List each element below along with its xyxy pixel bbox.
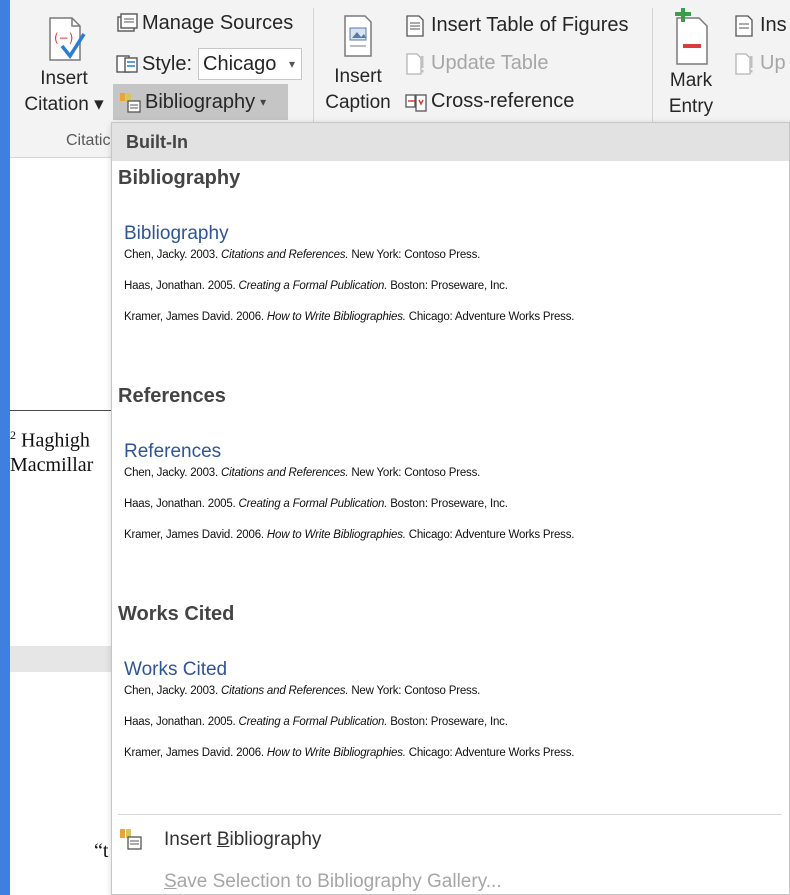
insert-citation-label-2: Citation ▾	[24, 94, 104, 115]
menu-separator	[118, 814, 782, 815]
gallery-item-heading: Works Cited	[124, 659, 228, 680]
bibliography-entry: Chen, Jacky. 2003. Citations and Referen…	[124, 249, 481, 261]
chevron-down-icon: ▾	[260, 95, 267, 109]
mark-entry-label-2: Entry	[668, 96, 714, 117]
insert-citation-button[interactable]: (−) Insert Citation ▾	[18, 16, 110, 118]
cross-reference-icon	[405, 91, 427, 113]
update-index-button[interactable]: Up	[734, 52, 786, 75]
footnote-text-1: 2 Haghigh	[10, 428, 90, 453]
bibliography-icon	[118, 828, 148, 852]
insert-table-of-figures-label: Insert Table of Figures	[431, 14, 629, 36]
citations-group-label: Citatic	[66, 132, 111, 149]
style-select-value: Chicago	[203, 53, 277, 75]
bibliography-icon	[119, 91, 141, 113]
cross-reference-label: Cross-reference	[431, 90, 575, 112]
manage-sources-label: Manage Sources	[142, 12, 294, 34]
bibliography-gallery: Built-In Bibliography Bibliography Chen,…	[111, 122, 790, 895]
cross-reference-button[interactable]: Cross-reference	[405, 90, 574, 113]
section-title-references: References	[118, 385, 226, 407]
insert-bibliography-label: Insert Bibliography	[164, 829, 322, 850]
update-index-icon	[734, 52, 754, 75]
bibliography-entry: Kramer, James David. 2006. How to Write …	[124, 529, 575, 541]
section-title-works-cited: Works Cited	[118, 603, 235, 625]
insert-citation-icon: (−)	[42, 16, 86, 62]
bibliography-label: Bibliography	[145, 90, 256, 113]
manage-sources-button[interactable]: Manage Sources	[116, 12, 293, 35]
insert-index-label: Ins	[760, 14, 787, 36]
insert-citation-label-1: Insert	[40, 68, 88, 89]
gallery-item-works-cited[interactable]: Works Cited Chen, Jacky. 2003. Citations…	[124, 658, 764, 777]
gallery-item-bibliography[interactable]: Bibliography Chen, Jacky. 2003. Citation…	[124, 222, 764, 341]
insert-index-icon	[734, 14, 754, 37]
style-icon	[116, 53, 138, 75]
bibliography-button[interactable]: Bibliography ▾	[113, 84, 288, 120]
style-select[interactable]: Chicago ▾	[198, 48, 303, 80]
footnote-number: 2	[10, 428, 16, 442]
gallery-header-built-in: Built-In	[112, 123, 789, 161]
insert-caption-icon	[341, 12, 375, 58]
footnote-separator	[10, 410, 120, 411]
table-of-figures-icon	[405, 14, 425, 37]
section-title-bibliography: Bibliography	[118, 167, 241, 189]
bibliography-entry: Kramer, James David. 2006. How to Write …	[124, 311, 575, 323]
update-table-label: Update Table	[431, 52, 549, 74]
gallery-item-heading: Bibliography	[124, 223, 229, 244]
gallery-item-references[interactable]: References Chen, Jacky. 2003. Citations …	[124, 440, 764, 559]
chevron-down-icon: ▾	[289, 57, 296, 71]
manage-sources-icon	[116, 12, 138, 35]
update-index-label: Up	[760, 52, 786, 74]
insert-bibliography-menu-item[interactable]: Insert Bibliography	[118, 821, 778, 859]
mark-entry-label-1: Mark	[669, 70, 713, 91]
body-text-fragment: “t	[94, 840, 109, 862]
insert-caption-label-1: Insert	[334, 66, 382, 87]
bibliography-entry: Kramer, James David. 2006. How to Write …	[124, 747, 575, 759]
footnote-line-2: Macmillar	[10, 454, 94, 476]
svg-text:(−): (−)	[54, 31, 73, 45]
bibliography-entry: Haas, Jonathan. 2005. Creating a Formal …	[124, 716, 508, 728]
update-table-button[interactable]: Update Table	[405, 52, 549, 75]
bibliography-entry: Haas, Jonathan. 2005. Creating a Formal …	[124, 498, 508, 510]
footnote-line-1: Haghigh	[21, 429, 90, 452]
gallery-item-heading: References	[124, 441, 222, 462]
style-label: Style:	[142, 52, 193, 75]
bibliography-entry: Chen, Jacky. 2003. Citations and Referen…	[124, 467, 481, 479]
bibliography-entry: Chen, Jacky. 2003. Citations and Referen…	[124, 685, 481, 697]
update-table-icon	[405, 52, 425, 75]
bibliography-entry: Haas, Jonathan. 2005. Creating a Formal …	[124, 280, 508, 292]
save-selection-label: Save Selection to Bibliography Gallery..…	[164, 871, 502, 892]
insert-caption-label-2: Caption	[325, 92, 391, 113]
style-control: Style: Chicago ▾	[116, 48, 303, 80]
mark-entry-icon	[671, 8, 711, 66]
insert-index-button[interactable]: Ins	[734, 14, 787, 37]
save-selection-menu-item[interactable]: Save Selection to Bibliography Gallery..…	[118, 863, 778, 894]
mark-entry-button[interactable]: Mark Entry	[656, 8, 726, 120]
insert-caption-button[interactable]: Insert Caption	[316, 12, 400, 116]
insert-table-of-figures-button[interactable]: Insert Table of Figures	[405, 14, 629, 37]
